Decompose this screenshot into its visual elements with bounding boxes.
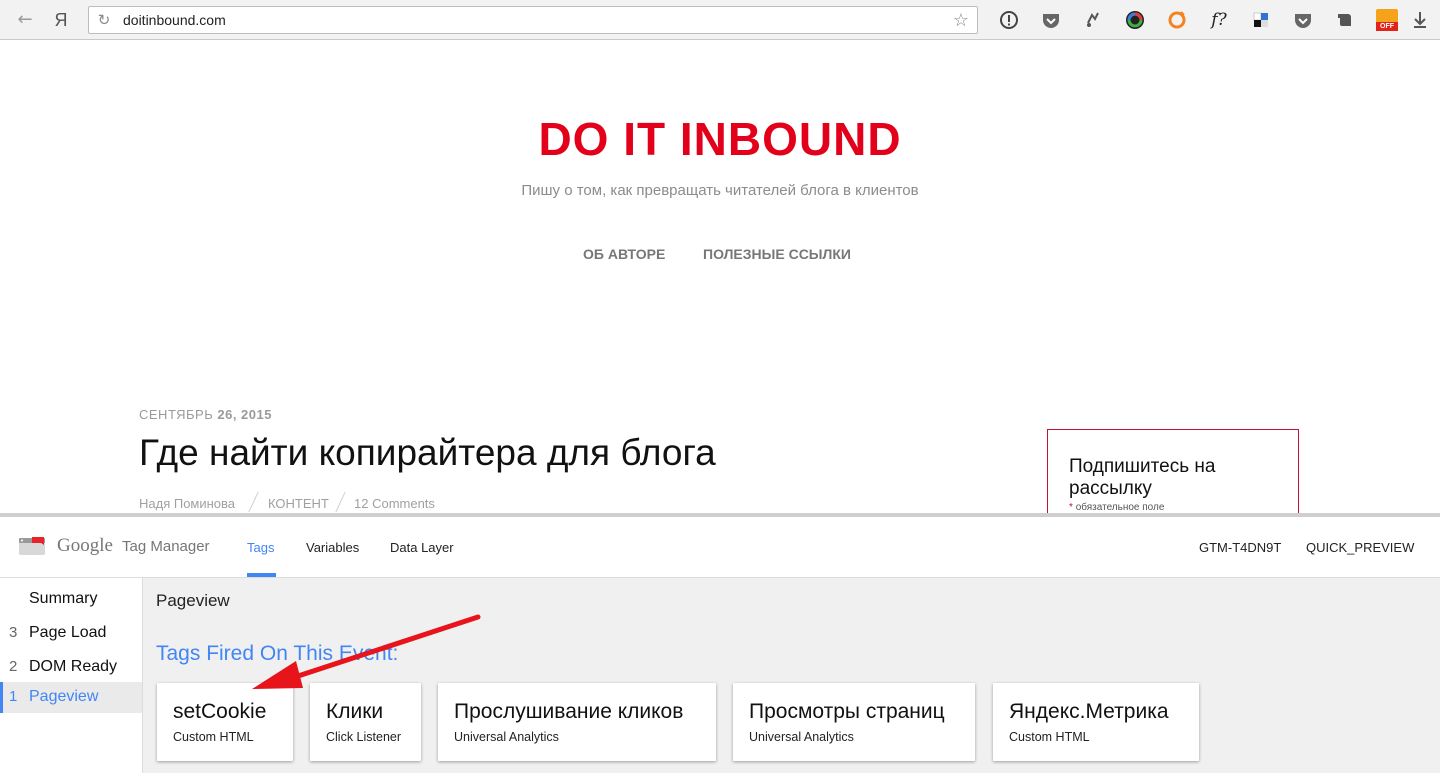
sidebar-item-pageview[interactable]: 1 Pageview [0, 682, 142, 713]
font-question-icon[interactable]: f? [1208, 9, 1230, 31]
active-tab-indicator [247, 573, 276, 577]
meta-divider [248, 491, 259, 513]
container-id: GTM-T4DN9T [1199, 540, 1282, 555]
tag-type: Universal Analytics [749, 730, 854, 744]
adblock-off-icon[interactable]: OFF [1376, 9, 1398, 31]
subscribe-required-note: * обязательное поле [1069, 502, 1164, 513]
gtm-logo-icon [19, 537, 45, 555]
tags-fired-heading: Tags Fired On This Event: [156, 642, 399, 665]
subscribe-title: Подпишитесь на рассылку [1069, 456, 1216, 499]
orange-ring-icon[interactable] [1166, 9, 1188, 31]
site-title[interactable]: DO IT INBOUND [0, 112, 1440, 166]
post-date-day-year: 26, 2015 [217, 407, 272, 422]
tab-variables[interactable]: Variables [306, 540, 359, 555]
tag-name: Клики [326, 700, 384, 723]
required-asterisk: * [1069, 502, 1073, 513]
post-date: СЕНТЯБРЬ 26, 2015 [139, 407, 272, 422]
tag-card-yandex-metrika[interactable]: Яндекс.Метрика Custom HTML [993, 683, 1199, 761]
tab-data-layer[interactable]: Data Layer [390, 540, 454, 555]
sidebar-item-label: Page Load [29, 624, 107, 641]
required-text: обязательное поле [1075, 502, 1165, 513]
tag-card-clicks[interactable]: Клики Click Listener [310, 683, 421, 761]
gtm-brand-google: Google [57, 535, 113, 556]
tag-type: Click Listener [326, 730, 402, 744]
yandex-button[interactable]: Я [50, 9, 72, 31]
site-tagline: Пишу о том, как превращать читателей бло… [521, 182, 919, 199]
sidebar-item-label: Summary [29, 590, 98, 607]
delicious-icon[interactable] [1250, 9, 1272, 31]
refresh-arrows-icon[interactable] [1082, 9, 1104, 31]
tag-name: setCookie [173, 700, 267, 723]
post-title[interactable]: Где найти копирайтера для блога [139, 432, 716, 474]
gtm-brand-product: Tag Manager [122, 538, 210, 555]
gtm-header: Google Tag Manager Tags Variables Data L… [0, 517, 1440, 578]
tag-name: Прослушивание кликов [454, 700, 684, 723]
post-category[interactable]: КОНТЕНТ [268, 496, 329, 511]
tag-name: Просмотры страниц [749, 700, 945, 723]
tag-type: Custom HTML [1009, 730, 1090, 744]
sidebar-item-number: 2 [9, 658, 18, 675]
tag-card-click-listening[interactable]: Прослушивание кликов Universal Analytics [438, 683, 716, 761]
browser-toolbar: ← Я ↻ doitinbound.com ☆ f? OFF [0, 0, 1440, 40]
subscribe-widget: Подпишитесь на рассылку * обязательное п… [1047, 429, 1299, 519]
tag-card-pageviews[interactable]: Просмотры страниц Universal Analytics [733, 683, 975, 761]
color-wheel-icon[interactable] [1124, 9, 1146, 31]
reload-icon[interactable]: ↻ [95, 11, 113, 29]
info-icon[interactable] [998, 9, 1020, 31]
meta-divider [335, 491, 346, 513]
post-author[interactable]: Надя Поминова [139, 496, 235, 511]
address-bar-url[interactable]: doitinbound.com [123, 12, 226, 28]
sidebar-item-summary[interactable]: Summary [0, 584, 142, 614]
tab-tags[interactable]: Tags [247, 540, 274, 555]
nav-link-useful-links[interactable]: ПОЛЕЗНЫЕ ССЫЛКИ [703, 246, 851, 262]
download-icon[interactable] [1409, 9, 1431, 31]
post-comments[interactable]: 12 Comments [354, 496, 435, 511]
tag-name: Яндекс.Метрика [1009, 700, 1169, 723]
sidebar-item-page-load[interactable]: 3 Page Load [0, 618, 142, 648]
post-date-month: СЕНТЯБРЬ [139, 407, 214, 422]
pocket-icon[interactable] [1040, 9, 1062, 31]
tag-type: Custom HTML [173, 730, 254, 744]
tag-type: Universal Analytics [454, 730, 559, 744]
pocket-icon-2[interactable] [1292, 9, 1314, 31]
adblock-off-label: OFF [1376, 22, 1398, 31]
sidebar-item-label: Pageview [29, 688, 99, 705]
address-bar[interactable]: ↻ doitinbound.com ☆ [88, 6, 978, 34]
back-arrow-icon[interactable]: ← [14, 9, 36, 31]
evernote-icon[interactable] [1334, 9, 1356, 31]
sidebar-item-number: 1 [9, 688, 18, 705]
sidebar-item-label: DOM Ready [29, 658, 118, 675]
bookmark-star-icon[interactable]: ☆ [953, 10, 969, 31]
preview-mode: QUICK_PREVIEW [1306, 540, 1415, 555]
sidebar-item-dom-ready[interactable]: 2 DOM Ready [0, 652, 142, 682]
sidebar-item-number: 3 [9, 624, 18, 641]
event-title: Pageview [156, 591, 230, 610]
event-timeline-sidebar: Summary 3 Page Load 2 DOM Ready 1 Pagevi… [0, 578, 143, 773]
nav-link-about[interactable]: ОБ АВТОРЕ [583, 246, 665, 262]
tag-card-setcookie[interactable]: setCookie Custom HTML [157, 683, 293, 761]
